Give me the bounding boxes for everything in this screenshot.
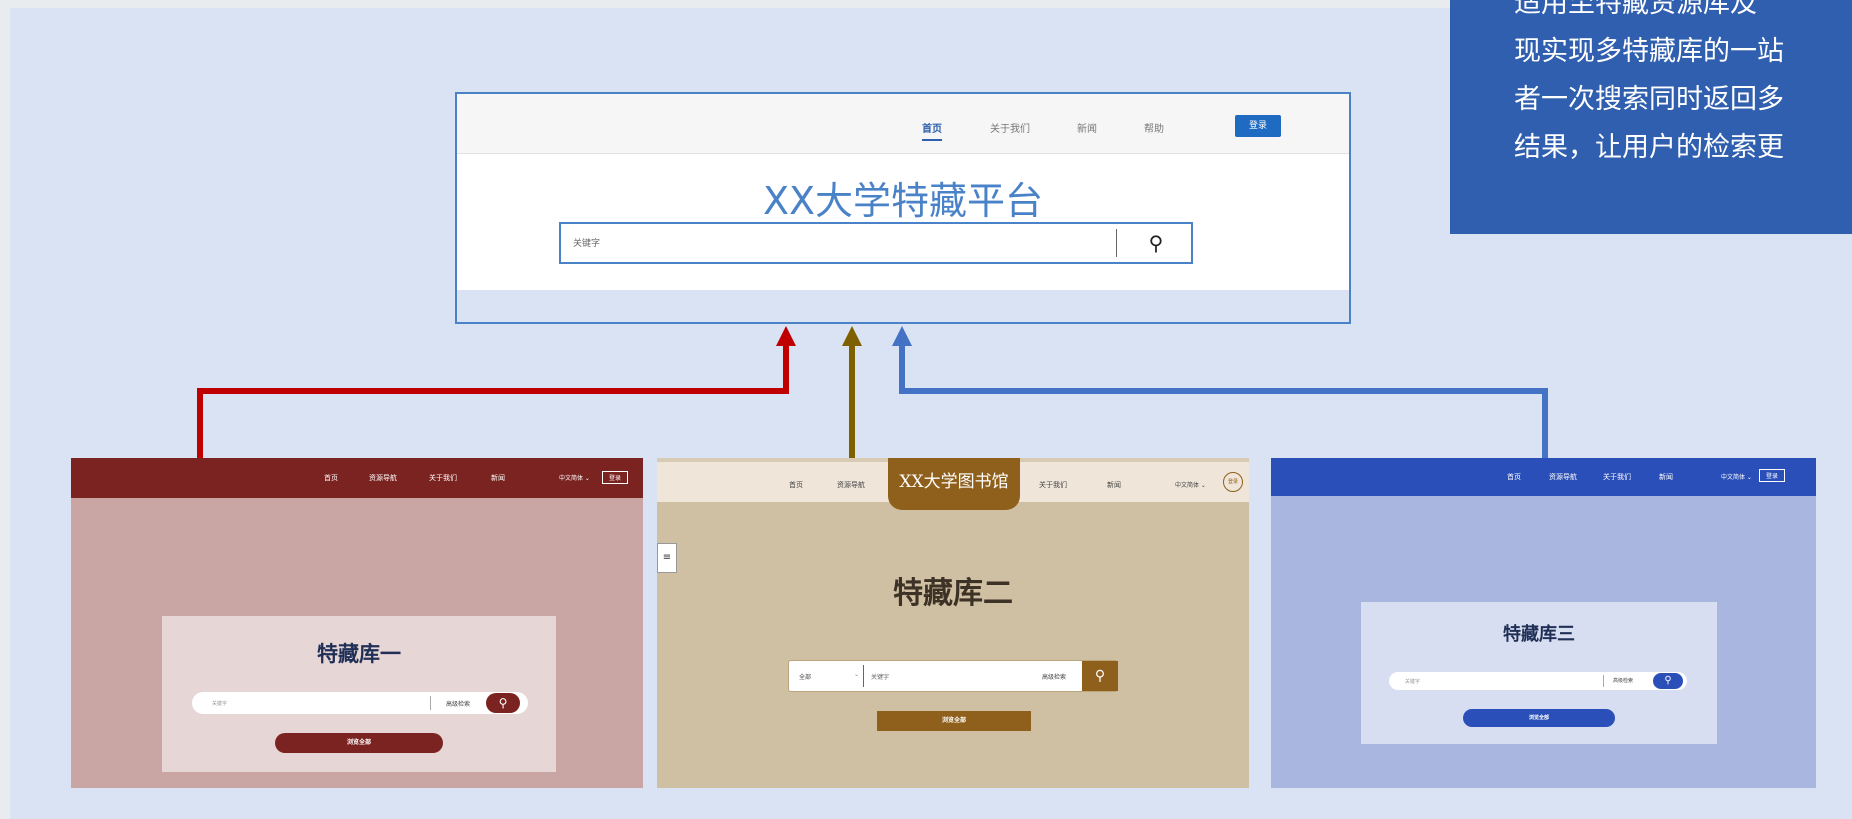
search-box[interactable]: 关键字 高级检索 [1389,672,1687,690]
red-connector-vertical [197,388,203,458]
library-three-navbar: 首页 资源导航 关于我们 新闻 中文简体 ⌄ 登录 [1271,458,1816,496]
nav-item-news[interactable]: 新闻 [491,473,505,483]
search-divider [430,696,431,710]
callout-line: 适用至特藏资源库及 [1514,0,1757,19]
library-one-navbar: 首页 资源导航 关于我们 新闻 中文简体 ⌄ 登录 [71,458,643,498]
search-input[interactable]: 关键字 [573,236,600,249]
search-input[interactable]: 关键字 [212,700,227,707]
nav-item-home[interactable]: 首页 [922,120,942,141]
brown-arrow-head-icon [842,326,862,346]
nav-item-resources[interactable]: 资源导航 [1549,472,1577,482]
platform-window: 首页 关于我们 新闻 帮助 登录 XX大学特藏平台 关键字 ⚲ [455,92,1351,324]
advanced-search-link[interactable]: 高级检索 [1613,677,1633,684]
nav-item-about[interactable]: 关于我们 [1603,472,1631,482]
search-input[interactable]: 关键字 [1405,678,1420,685]
search-icon[interactable]: ⚲ [1653,673,1683,689]
callout-line: 结果，让用户的检索更 [1514,132,1784,163]
search-icon[interactable]: ⚲ [486,693,520,713]
browse-all-button[interactable]: 浏览全部 [1463,709,1615,727]
nav-item-news[interactable]: 新闻 [1077,120,1097,135]
nav-item-home[interactable]: 首页 [1507,472,1521,482]
library-three-window: 首页 资源导航 关于我们 新闻 中文简体 ⌄ 登录 特藏库三 关键字 高级检索 … [1271,458,1816,788]
nav-item-news[interactable]: 新闻 [1107,480,1121,490]
blue-connector-vertical [1542,388,1548,458]
red-arrow-head-icon [776,326,796,346]
blue-arrow-head-icon [892,326,912,346]
login-button[interactable]: 登录 [1759,469,1786,482]
library-two-title: 特藏库二 [893,576,1013,611]
callout-line: 者一次搜索同时返回多 [1514,84,1784,115]
login-button[interactable]: 登录 [1235,115,1281,137]
nav-item-about[interactable]: 关于我们 [990,120,1030,135]
red-connector-up [783,342,789,394]
nav-item-news[interactable]: 新闻 [1659,472,1673,482]
library-one-window: 首页 资源导航 关于我们 新闻 中文简体 ⌄ 登录 特藏库一 关键字 高级检索 … [71,458,643,788]
language-selector[interactable]: 中文简体 ⌄ [559,473,590,482]
search-divider [863,665,864,687]
library-two-logo: XX大学图书馆 [888,458,1020,510]
advanced-search-link[interactable]: 高级检索 [446,699,470,708]
blue-connector-horizontal [899,388,1548,394]
nav-item-help[interactable]: 帮助 [1144,120,1164,135]
advanced-search-link[interactable]: 高级检索 [1042,672,1066,681]
description-callout: 适用至特藏资源库及 现实现多特藏库的一站 者一次搜索同时返回多 结果，让用户的检… [1450,0,1852,234]
search-icon[interactable]: ⚲ [1121,224,1191,262]
chevron-down-icon[interactable]: ⌄ [854,671,859,678]
red-connector-horizontal [197,388,789,394]
user-icon[interactable]: 登录 [1223,472,1243,492]
nav-item-about[interactable]: 关于我们 [429,473,457,483]
nav-item-home[interactable]: 首页 [324,473,338,483]
platform-navbar: 首页 关于我们 新闻 帮助 登录 [457,94,1349,154]
language-selector[interactable]: 中文简体 ⌄ [1721,472,1752,481]
browse-all-button[interactable]: 浏览全部 [877,711,1031,731]
search-divider [1603,675,1604,687]
nav-item-about[interactable]: 关于我们 [1039,480,1067,490]
search-icon[interactable]: ⚲ [1082,661,1118,691]
platform-search-box[interactable]: 关键字 ⚲ [559,222,1193,264]
nav-item-resources[interactable]: 资源导航 [837,480,865,490]
login-button[interactable]: 登录 [602,471,629,484]
library-one-search-card: 特藏库一 关键字 高级检索 ⚲ 浏览全部 [162,616,556,772]
nav-item-resources[interactable]: 资源导航 [369,473,397,483]
scope-select[interactable]: 全部 [799,672,811,681]
nav-item-home[interactable]: 首页 [789,480,803,490]
browse-all-button[interactable]: 浏览全部 [275,733,443,753]
blue-connector-up [899,342,905,394]
callout-line: 现实现多特藏库的一站 [1514,36,1784,67]
platform-title: XX大学特藏平台 [762,179,1044,223]
library-two-window: 首页 资源导航 关于我们 新闻 中文简体 ⌄ 登录 XX大学图书馆 ≡ 特藏库二… [657,458,1249,788]
library-one-title: 特藏库一 [317,642,401,666]
search-box[interactable]: 关键字 高级检索 [192,692,528,714]
language-selector[interactable]: 中文简体 ⌄ [1175,480,1206,489]
search-input[interactable]: 关键字 [871,672,889,681]
search-box[interactable]: 全部 ⌄ 关键字 高级检索 ⚲ [788,660,1118,692]
brown-connector [849,342,855,458]
search-divider [1116,229,1117,257]
platform-footer [457,290,1349,322]
library-three-title: 特藏库三 [1503,624,1575,645]
library-three-search-card: 特藏库三 关键字 高级检索 ⚲ 浏览全部 [1361,602,1717,744]
